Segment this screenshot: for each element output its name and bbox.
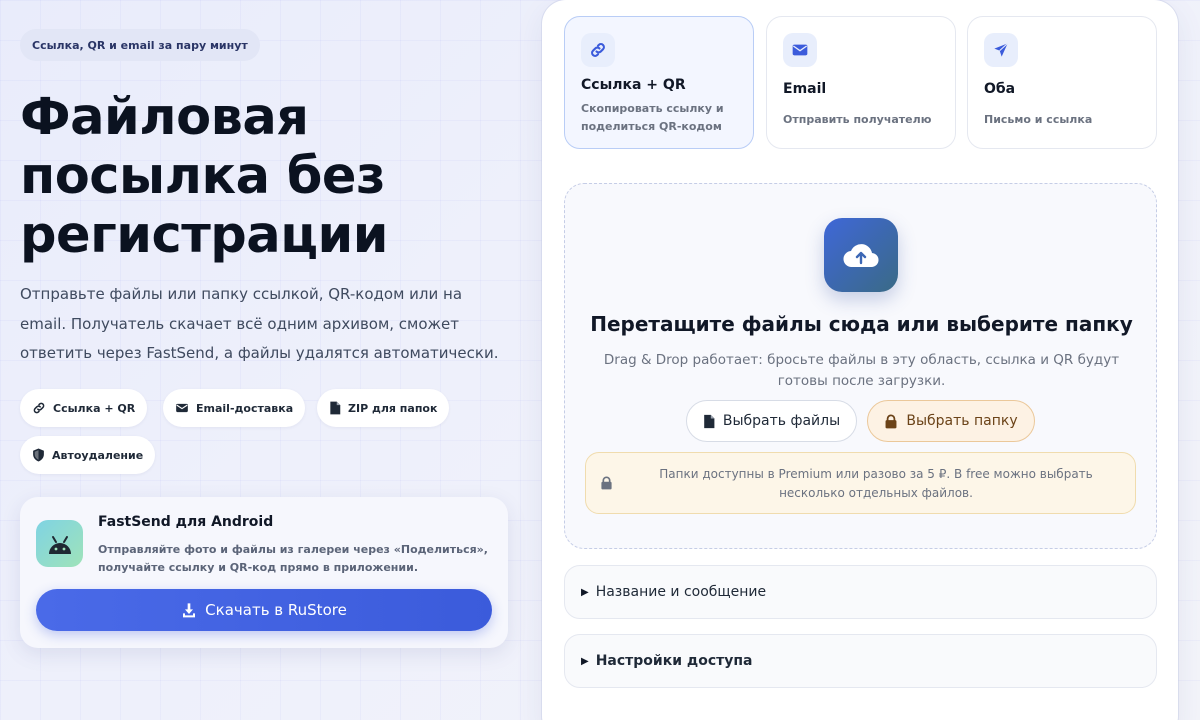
triangle-right-icon: ▶ <box>581 586 589 598</box>
mode-card-description: Отправить получателю <box>783 113 932 126</box>
download-rustore-button[interactable]: Скачать в RuStore <box>36 589 492 631</box>
choose-folder-button[interactable]: Выбрать папку <box>867 400 1035 442</box>
feature-chip-zip: ZIP для папок <box>317 389 450 427</box>
choose-files-button[interactable]: Выбрать файлы <box>686 400 857 442</box>
mode-card-description: Письмо и ссылка <box>984 113 1093 126</box>
shield-icon <box>33 448 44 462</box>
mode-card-email[interactable]: Email Отправить получателю <box>766 16 956 149</box>
section-access-settings[interactable]: ▶ Настройки доступа <box>564 634 1157 688</box>
mode-card-link-qr[interactable]: Ссылка + QR Скопировать ссылку и поделит… <box>564 16 754 149</box>
choose-files-label: Выбрать файлы <box>722 413 841 429</box>
upload-panel: Ссылка + QR Скопировать ссылку и поделит… <box>542 0 1178 720</box>
link-icon <box>33 402 45 414</box>
choose-folder-label: Выбрать папку <box>906 413 1018 429</box>
mode-card-description: Скопировать ссылку и поделиться QR-кодом <box>581 102 724 133</box>
file-icon <box>704 414 715 428</box>
feature-chip-label: Автоудаление <box>52 448 144 462</box>
section-label: Название и сообщение <box>595 584 767 600</box>
hero-section: Ссылка, QR и email за пару минут Файлова… <box>20 0 520 720</box>
premium-notice: Папки доступны в Premium или разово за 5… <box>585 452 1136 514</box>
mode-card-title: Ссылка + QR <box>581 77 686 93</box>
mode-card-title: Оба <box>984 81 1016 97</box>
envelope-icon <box>783 33 817 67</box>
feature-chip-autodelete: Автоудаление <box>20 436 156 474</box>
android-icon <box>36 520 83 567</box>
premium-notice-text: Папки доступны в Premium или разово за 5… <box>659 467 1093 500</box>
section-title-message[interactable]: ▶ Название и сообщение <box>564 565 1157 619</box>
android-app-card: FastSend для Android Отправляйте фото и … <box>20 497 508 648</box>
section-label: Настройки доступа <box>595 653 753 669</box>
feature-chip-label: Ссылка + QR <box>53 401 136 415</box>
android-card-description: Отправляйте фото и файлы из галереи чере… <box>98 543 488 574</box>
feature-chip-label: Email-доставка <box>196 401 294 415</box>
envelope-icon <box>176 403 188 413</box>
lock-icon <box>885 414 897 428</box>
android-card-title: FastSend для Android <box>98 514 274 530</box>
dropzone-description: Drag & Drop работает: бросьте файлы в эт… <box>603 352 1120 389</box>
paper-plane-icon <box>984 33 1018 67</box>
hero-subtitle: Отправьте файлы или папку ссылкой, QR-ко… <box>20 285 499 362</box>
download-rustore-label: Скачать в RuStore <box>205 601 347 619</box>
download-icon <box>183 603 196 618</box>
feature-chip-link-qr: Ссылка + QR <box>20 389 148 427</box>
file-icon <box>330 401 341 415</box>
lock-icon <box>601 476 612 490</box>
feature-chip-label: ZIP для папок <box>348 401 438 415</box>
dropzone-title: Перетащите файлы сюда или выберите папку <box>590 312 1133 336</box>
mode-card-both[interactable]: Оба Письмо и ссылка <box>967 16 1157 149</box>
hero-tag: Ссылка, QR и email за пару минут <box>20 29 260 61</box>
mode-card-title: Email <box>783 81 827 97</box>
feature-chip-email: Email-доставка <box>163 389 306 427</box>
link-icon <box>581 33 615 67</box>
triangle-right-icon: ▶ <box>581 655 589 667</box>
file-dropzone[interactable]: Перетащите файлы сюда или выберите папку… <box>564 183 1157 549</box>
cloud-upload-icon <box>824 218 898 292</box>
page-title: Файловая посылка без регистрации <box>20 88 388 265</box>
